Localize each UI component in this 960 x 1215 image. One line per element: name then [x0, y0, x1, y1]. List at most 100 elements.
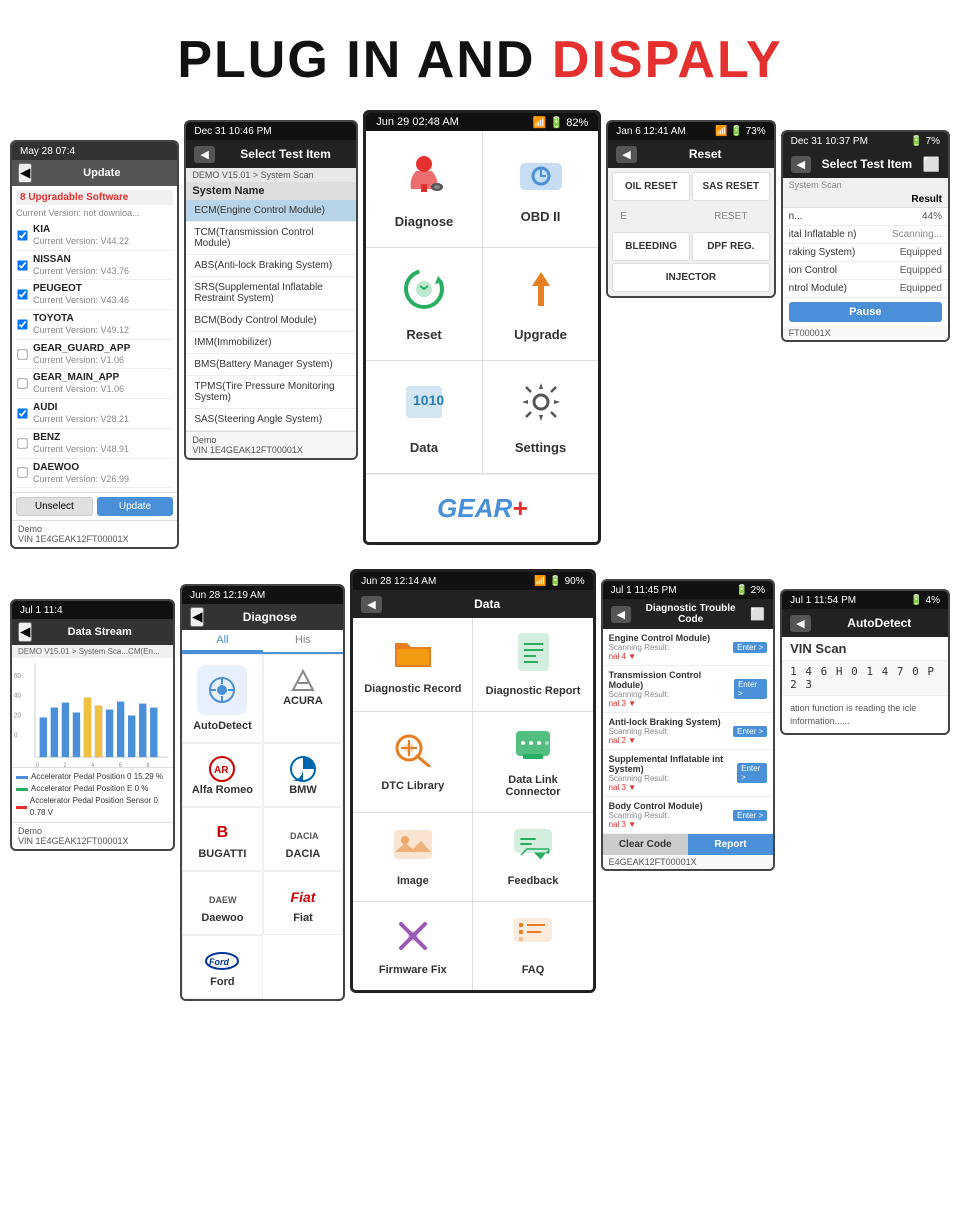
scan-row-4: ion Control Equipped — [783, 262, 948, 280]
system-item-bcm[interactable]: BCM(Body Control Module) — [186, 310, 356, 332]
sas-reset-button[interactable]: SAS RESET — [692, 172, 770, 201]
data-item-firmware[interactable]: Firmware Fix — [353, 902, 472, 990]
scan-result-list: n... 44% ital Inflatable n) Scanning... … — [783, 208, 948, 298]
data-item-report[interactable]: Diagnostic Report — [473, 618, 592, 711]
tab-history[interactable]: His — [263, 630, 344, 652]
brand-dacia[interactable]: DACIA DACIA — [263, 807, 344, 871]
menu-item-settings[interactable]: Settings — [483, 361, 599, 473]
update-title: Update — [32, 167, 171, 179]
autodetect-back-button[interactable]: ◀ — [790, 615, 810, 632]
bleeding-button[interactable]: BLEEDING — [612, 232, 690, 261]
firmware-icon — [393, 916, 433, 959]
tab-all[interactable]: All — [182, 630, 263, 652]
dtc-enter-4[interactable]: Enter > — [737, 763, 767, 783]
brand-back-button[interactable]: ◀ — [190, 607, 204, 627]
diagnose-menu-screen: Jun 29 02:48 AM 📶 🔋 82% Diagnose — [363, 110, 601, 545]
brand-autodetect[interactable]: AutoDetect — [182, 654, 263, 743]
bugatti-logo: B — [188, 818, 257, 848]
benz-version: Current Version: V48.91 — [33, 444, 129, 456]
brand-fiat[interactable]: Fiat Fiat — [263, 871, 344, 935]
reset-label: Reset — [406, 327, 441, 342]
kia-checkbox[interactable] — [17, 230, 27, 240]
datastream-screen: Jul 1 11:4 ◀ Data Stream DEMO V15.01 > S… — [10, 599, 175, 851]
vin-number: 1 4 6 H 0 1 4 7 0 P 2 3 — [782, 661, 948, 696]
legend-color-2 — [16, 788, 28, 791]
data-item-record[interactable]: Diagnostic Record — [353, 618, 472, 711]
menu-item-diagnose[interactable]: Diagnose — [366, 131, 482, 247]
system-item-ecm[interactable]: ECM(Engine Control Module) — [186, 200, 356, 222]
system-item-srs[interactable]: SRS(Supplemental Inflatable Restraint Sy… — [186, 277, 356, 310]
reset-back-button[interactable]: ◀ — [616, 146, 636, 163]
data-item-faq[interactable]: FAQ — [473, 902, 592, 990]
dtc-enter-2[interactable]: Enter > — [734, 679, 767, 699]
gear-main-checkbox[interactable] — [17, 379, 27, 389]
dtc-status-bar: Jul 1 11:45 PM 🔋 2% — [603, 581, 774, 599]
gear-guard-checkbox[interactable] — [17, 349, 27, 359]
menu-item-obd[interactable]: OBD II — [483, 131, 599, 247]
update-screen: May 28 07:4 ◀ Update 8 Upgradable Softwa… — [10, 140, 179, 549]
ds-back-button[interactable]: ◀ — [18, 622, 32, 642]
brand-ford[interactable]: Ford Ford — [182, 935, 263, 999]
obd-icon — [516, 154, 566, 203]
clear-code-button[interactable]: Clear Code — [603, 834, 688, 855]
brand-alfa[interactable]: AR Alfa Romeo — [182, 743, 263, 807]
dpf-reg-button[interactable]: DPF REG. — [692, 232, 770, 261]
settings-label: Settings — [515, 440, 566, 455]
data-item-image[interactable]: Image — [353, 813, 472, 901]
update-back-button[interactable]: ◀ — [18, 163, 32, 183]
scan-result-status-bar: Dec 31 10:37 PM 🔋 7% — [783, 132, 948, 150]
brand-bugatti[interactable]: B BUGATTI — [182, 807, 263, 871]
update-button[interactable]: Update — [97, 497, 174, 516]
system-item-tpms[interactable]: TPMS(Tire Pressure Monitoring System) — [186, 376, 356, 409]
svg-text:40: 40 — [14, 693, 21, 700]
dtc-row-abs: Anti-lock Braking System) Scanning Resul… — [603, 713, 774, 750]
dtc-enter-3[interactable]: Enter > — [733, 726, 767, 737]
system-item-sas[interactable]: SAS(Steering Angle System) — [186, 409, 356, 431]
brand-acura[interactable]: ACURA — [263, 654, 344, 743]
system-item-imm[interactable]: IMM(Immobilizer) — [186, 332, 356, 354]
toyota-checkbox[interactable] — [17, 319, 27, 329]
menu-item-upgrade[interactable]: Upgrade — [483, 248, 599, 360]
menu-item-gearplus[interactable]: GEAR+ — [366, 474, 598, 542]
data-label: Data — [410, 440, 438, 455]
diagnose-label: Diagnose — [395, 214, 454, 229]
scan-result-back-button[interactable]: ◀ — [791, 156, 811, 173]
brand-bmw[interactable]: BMW — [263, 743, 344, 807]
system-item-bms[interactable]: BMS(Battery Manager System) — [186, 354, 356, 376]
reset-screen: Jan 6 12:41 AM 📶 🔋 73% ◀ Reset OIL RESET… — [606, 120, 775, 298]
oil-reset-button[interactable]: OIL RESET — [612, 172, 690, 201]
data-item-dtc[interactable]: DTC Library — [353, 712, 472, 812]
benz-checkbox[interactable] — [17, 438, 27, 448]
nissan-checkbox[interactable] — [17, 260, 27, 270]
dtc-enter-1[interactable]: Enter > — [733, 642, 767, 653]
gear-guard-name: GEAR_GUARD_APP — [33, 342, 130, 355]
acura-logo — [269, 665, 338, 695]
menu-item-reset[interactable]: Reset — [366, 248, 482, 360]
select-test-back-button[interactable]: ◀ — [194, 146, 214, 163]
audi-checkbox[interactable] — [17, 408, 27, 418]
ford-logo: Ford — [188, 946, 257, 976]
unselect-button[interactable]: Unselect — [16, 497, 93, 516]
scan-breadcrumb: System Scan — [783, 178, 948, 192]
daewoo-checkbox[interactable] — [17, 468, 27, 478]
dtc-back-button[interactable]: ◀ — [611, 606, 631, 623]
daewoo-logo: DAEW — [188, 882, 257, 912]
data-center-back-button[interactable]: ◀ — [361, 596, 381, 613]
dtc-enter-5[interactable]: Enter > — [733, 810, 767, 821]
update-item-gear-guard: GEAR_GUARD_APP Current Version: V1.06 — [16, 340, 173, 370]
brand-daewoo[interactable]: DAEW Daewoo — [182, 871, 263, 935]
settings-icon — [518, 379, 564, 434]
pause-button[interactable]: Pause — [789, 302, 942, 322]
update-bottom-buttons: Unselect Update — [12, 492, 177, 520]
menu-item-data[interactable]: 1010 Data — [366, 361, 482, 473]
peugeot-checkbox[interactable] — [17, 290, 27, 300]
report-button[interactable]: Report — [688, 834, 773, 855]
gear-main-version: Current Version: V1.06 — [33, 384, 124, 396]
data-item-dlc[interactable]: Data Link Connector — [473, 712, 592, 812]
system-item-abs[interactable]: ABS(Anti-lock Braking System) — [186, 255, 356, 277]
data-item-feedback[interactable]: Feedback — [473, 813, 592, 901]
update-item-daewoo: DAEWOO Current Version: V26.99 — [16, 459, 173, 489]
dtc-row-bcm: Body Control Module) Scanning Result: na… — [603, 797, 774, 834]
system-item-tcm[interactable]: TCM(Transmission Control Module) — [186, 222, 356, 255]
injector-button[interactable]: INJECTOR — [612, 263, 769, 292]
